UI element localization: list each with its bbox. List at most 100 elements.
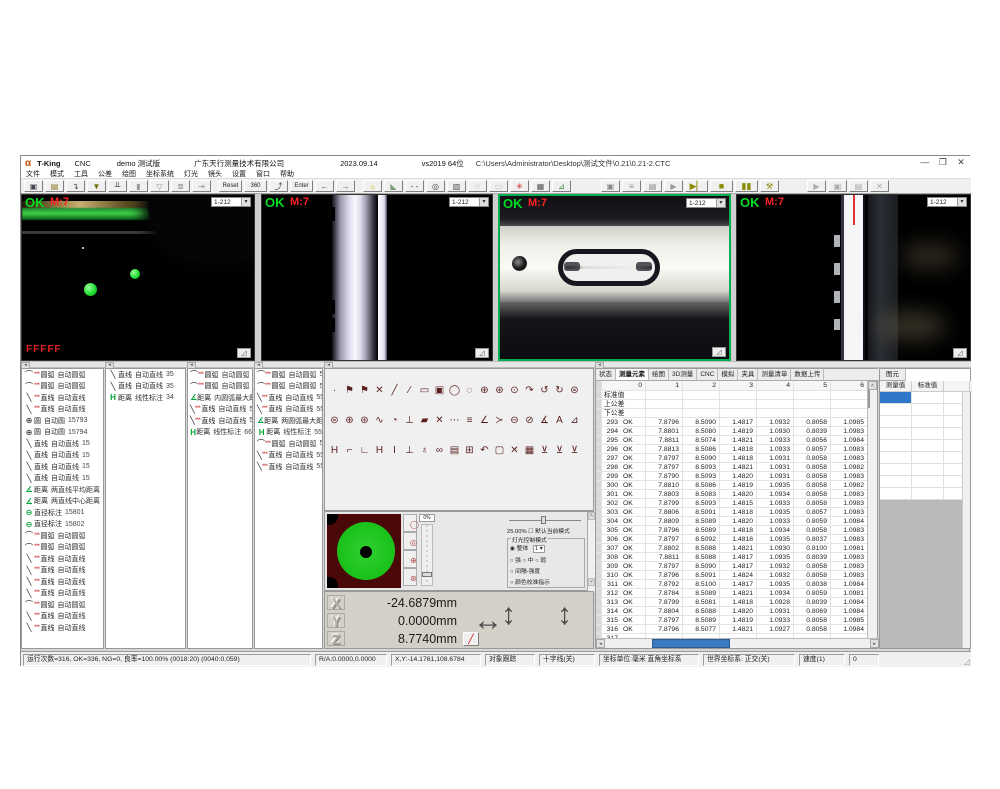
blank-icon[interactable]: ▭ [489, 180, 508, 192]
maximize-button[interactable]: ❐ [935, 156, 951, 169]
dist-height-tool-icon[interactable]: H [372, 443, 387, 459]
list-item[interactable]: ╲***直线自动直线 [22, 565, 103, 577]
trace-icon[interactable]: ◌ [468, 180, 487, 192]
camera-zoom-select[interactable]: 1-212▾ [686, 198, 726, 208]
table-row[interactable]: 304OK7.88098.50891.48201.09330.80591.098… [596, 517, 869, 526]
ring-outer-icon[interactable]: ◎ [403, 532, 417, 550]
tab-测量清单[interactable]: 测量清单 [758, 369, 791, 380]
list-item[interactable]: ⊕圆自动圆15793 [22, 415, 103, 427]
dist-angle-tool-icon[interactable]: ∟ [357, 443, 372, 459]
menu-item-9[interactable]: 设置 [227, 169, 251, 179]
master-light-slider[interactable] [507, 516, 585, 524]
table-row[interactable]: 307OK7.88028.50881.48211.09300.81001.098… [596, 544, 869, 553]
scroll-down-icon[interactable]: ˅ [588, 578, 595, 586]
list-item[interactable]: ∡距离两圆弧最大距 [255, 415, 322, 427]
chevron-down-icon[interactable]: ▾ [241, 198, 250, 206]
list-item[interactable]: ╲直线自动直线15 [22, 450, 103, 462]
radio-弱[interactable]: ○ 弱 [535, 558, 546, 564]
table-special-row[interactable]: 标准值 [596, 391, 869, 400]
list-item[interactable]: ╲直线自动直线35 [106, 381, 185, 393]
arc-tool-icon[interactable]: ↷ [522, 383, 537, 399]
camera-panel-2[interactable]: OKM:71-212▾◿ [261, 194, 493, 361]
scroll-up-icon[interactable]: ˄ [588, 512, 595, 520]
arrow-left-icon[interactable]: ← [315, 180, 334, 192]
curve-tool-icon[interactable]: ∿ [372, 413, 387, 429]
chart-icon[interactable]: ⊿ [552, 180, 571, 192]
tab-夹具[interactable]: 夹具 [738, 369, 758, 380]
list-item[interactable]: ╲***直线自动直线55 [188, 415, 252, 427]
list-item[interactable]: ╲***直线自动直线 [22, 588, 103, 600]
resize-grip-icon[interactable]: ◿ [712, 347, 726, 357]
master-light-thumb[interactable] [541, 516, 546, 524]
table-row[interactable]: 300OK7.88108.50861.48191.09350.80581.098… [596, 481, 869, 490]
copy-tool-icon[interactable]: ⊞ [462, 443, 477, 459]
list-item[interactable]: ╲直线自动直线15 [22, 461, 103, 473]
run-to-end-icon[interactable]: ▶▏ [685, 180, 708, 192]
light-slider-track[interactable] [421, 524, 433, 586]
polyline-tool-icon[interactable]: ∕ [402, 383, 417, 399]
parallel-tool-icon[interactable]: ≡ [462, 413, 477, 429]
ring-all-icon[interactable]: ◯ [403, 514, 417, 532]
table-row[interactable]: 311OK7.87928.51001.48171.09350.80381.098… [596, 580, 869, 589]
list-item[interactable]: ⌒***圆弧自动圆弧66 [188, 369, 252, 381]
angle-3-tool-icon[interactable]: ⊿ [567, 413, 582, 429]
chevron-down-icon[interactable]: ▾ [479, 198, 488, 206]
result-row[interactable] [880, 476, 972, 488]
table-row[interactable]: 315OK7.87978.50891.48191.09330.80581.098… [596, 616, 869, 625]
table-row[interactable]: 302OK7.87998.50931.48151.09330.80581.098… [596, 499, 869, 508]
table-row[interactable]: 313OK7.87998.50811.48181.09280.80391.098… [596, 598, 869, 607]
intersect-tool-icon[interactable]: ✕ [432, 413, 447, 429]
probe-icon[interactable]: ▼ [87, 180, 106, 192]
list-item[interactable]: ╲***直线自动直线55 [188, 404, 252, 416]
save-report-icon[interactable]: ▣ [601, 180, 620, 192]
radio-强[interactable]: ○ 强 [510, 558, 523, 564]
jog-z-icon[interactable]: ↕ [557, 598, 572, 632]
result-row[interactable] [880, 392, 972, 404]
menu-item-6[interactable]: 坐标系统 [141, 169, 179, 179]
camera-zoom-select[interactable]: 1-212▾ [927, 197, 967, 207]
table-row[interactable]: 297OK7.87978.50901.48181.09310.80581.098… [596, 454, 869, 463]
table-header-row[interactable]: 0123456 [596, 381, 869, 391]
table-row[interactable]: 312OK7.87848.50891.48211.09340.80591.098… [596, 589, 869, 598]
circle-slash-tool-icon[interactable]: ⊘ [522, 413, 537, 429]
funnel-icon[interactable]: ▽ [150, 180, 169, 192]
list-item[interactable]: H距离线性标注34 [106, 392, 185, 404]
radio-中[interactable]: ○ 中 [523, 558, 536, 564]
stage-icon[interactable]: ╨ [108, 180, 127, 192]
coord-y-tool-icon[interactable]: ⊻ [552, 443, 567, 459]
menu-item-3[interactable]: 工具 [69, 169, 93, 179]
list-item[interactable]: ⌒***圆弧自动圆弧55 [255, 369, 322, 381]
angle-2-tool-icon[interactable]: ∡ [537, 413, 552, 429]
menu-item-11[interactable]: 帮助 [275, 169, 299, 179]
star-icon[interactable]: ✳ [510, 180, 529, 192]
circle-h-tool-icon[interactable]: ⊖ [507, 413, 522, 429]
list-item[interactable]: ╲***直线自动直线 [22, 392, 103, 404]
chevron-down-icon[interactable]: ▾ [716, 199, 725, 207]
goto-icon[interactable]: ↴ [66, 180, 85, 192]
menu-item-4[interactable]: 公差 [93, 169, 117, 179]
result-row[interactable] [880, 488, 972, 500]
arc-ccw-tool-icon[interactable]: ↺ [537, 383, 552, 399]
enter-button[interactable]: Enter [290, 180, 313, 192]
list-item[interactable]: ⌒***圆弧自动圆弧 [22, 530, 103, 542]
reset-button[interactable]: Reset [219, 180, 242, 192]
list-item[interactable]: ╲***直线自动直线55 [255, 450, 322, 462]
result-row[interactable] [880, 464, 972, 476]
table-vscrollbar[interactable]: ˄ [867, 381, 877, 638]
tab-CNC[interactable]: CNC [697, 369, 718, 380]
text-tool-icon[interactable]: A [552, 413, 567, 429]
resize-grip-icon[interactable]: ◿ [475, 348, 489, 358]
tab-测量元素[interactable]: 测量元素 [616, 369, 649, 380]
dashes-icon[interactable]: ‑ ‑ [405, 180, 424, 192]
camera-panel-3[interactable]: OKM:71-212▾◿ [498, 194, 731, 361]
cross-tool-icon[interactable]: ✕ [372, 383, 387, 399]
coord-x-tool-icon[interactable]: ⊻ [537, 443, 552, 459]
list-item[interactable]: ⌒***圆弧自动圆弧 [22, 599, 103, 611]
open-folder-icon[interactable]: ▤ [45, 180, 64, 192]
table-row[interactable]: 308OK7.88118.50881.48171.09350.80391.098… [596, 553, 869, 562]
result-row[interactable] [880, 428, 972, 440]
scrollbar-thumb[interactable] [652, 639, 730, 648]
table-row[interactable]: 306OK7.87978.50921.48181.09350.80371.098… [596, 535, 869, 544]
image-icon[interactable]: ◣ [384, 180, 403, 192]
block-icon[interactable]: ▮ [129, 180, 148, 192]
